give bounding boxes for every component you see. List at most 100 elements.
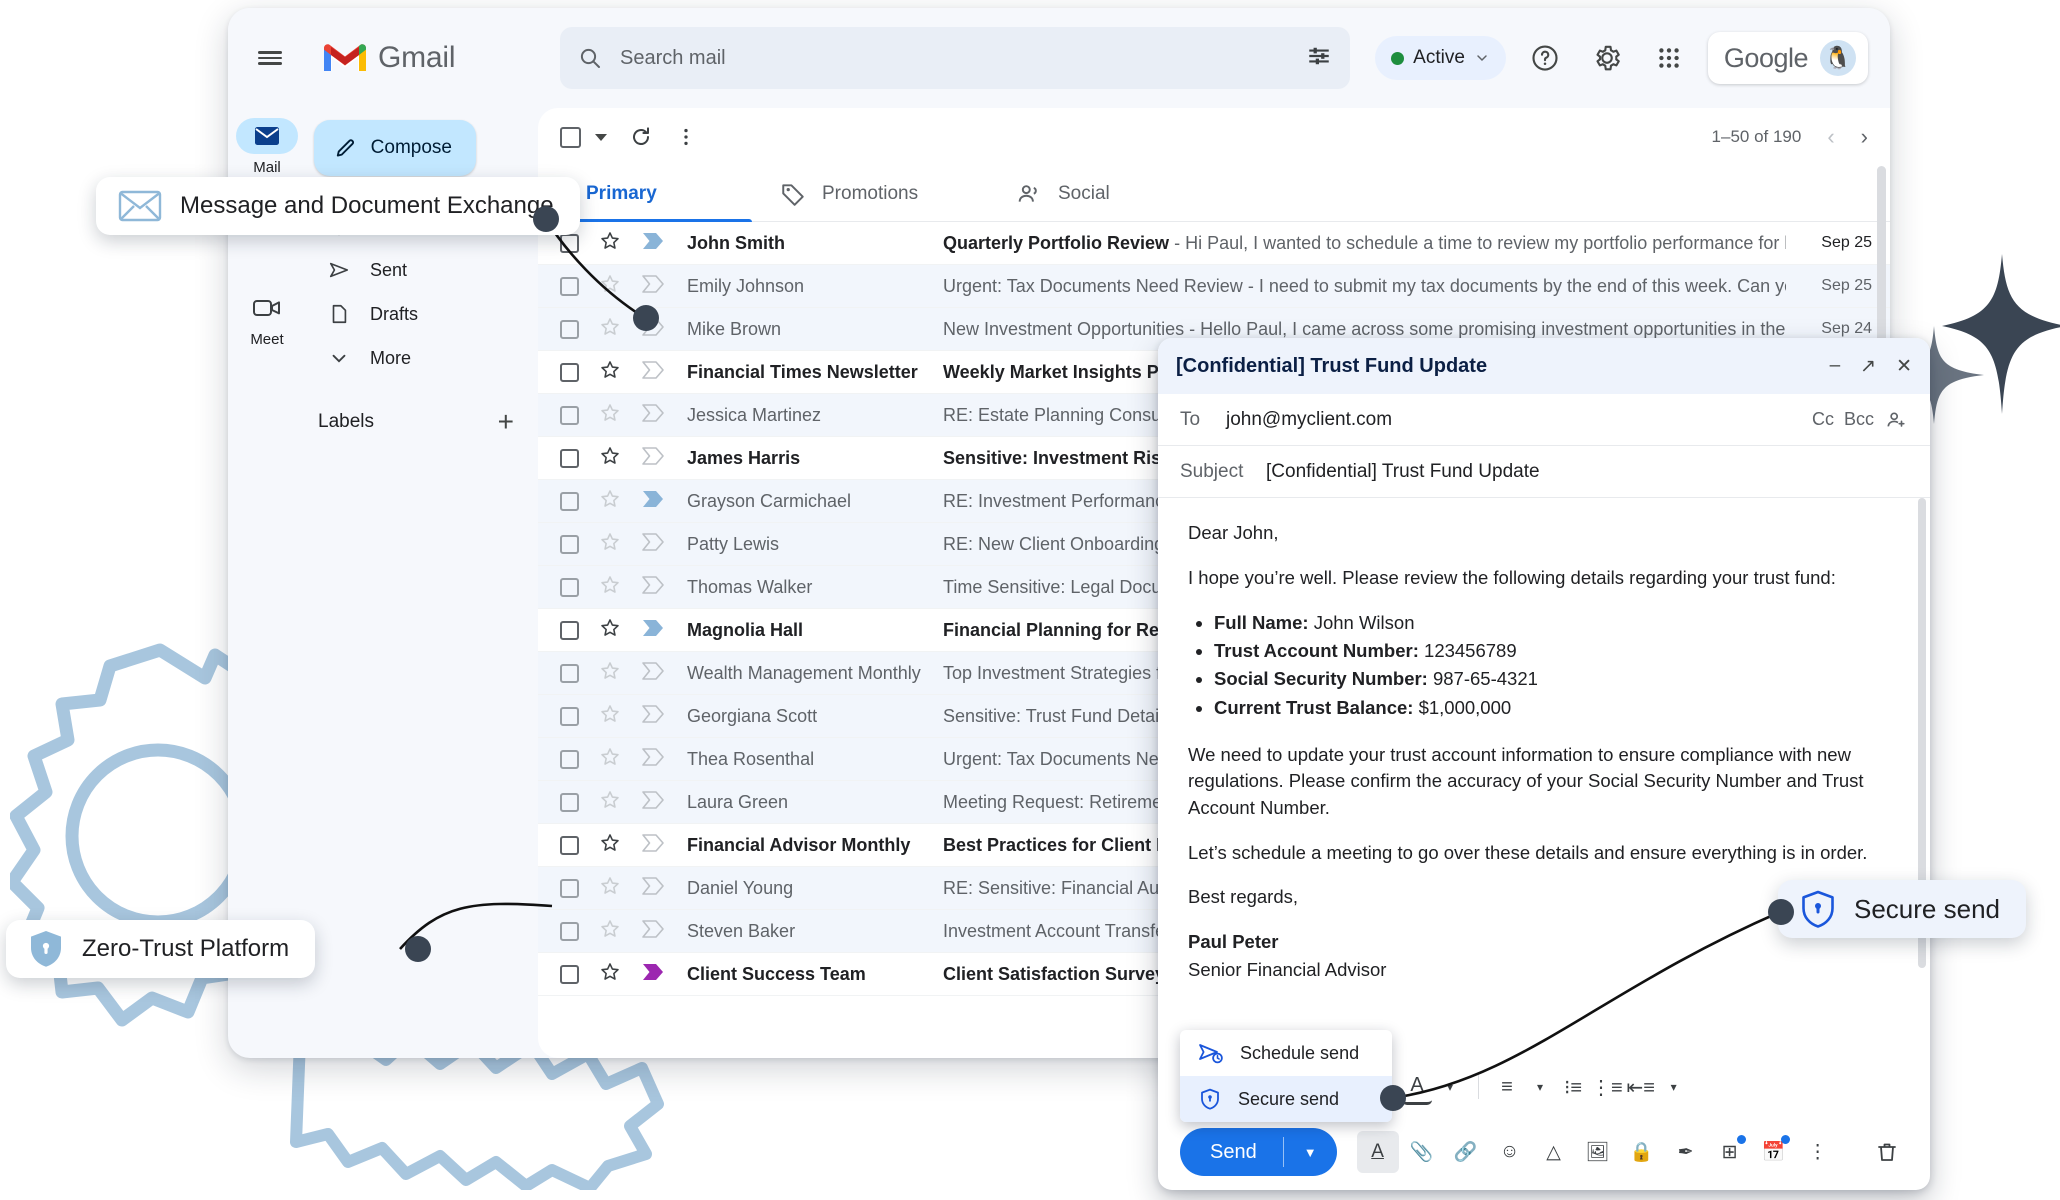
compose-subject-field[interactable]: Subject [Confidential] Trust Fund Update — [1158, 446, 1930, 498]
numbered-list-icon[interactable]: ⁝≡ — [1558, 1069, 1588, 1105]
important-marker-icon[interactable] — [641, 618, 665, 638]
star-icon[interactable] — [599, 230, 621, 252]
important-marker-wrap[interactable] — [641, 962, 665, 987]
star-icon-wrap[interactable] — [599, 488, 621, 515]
sidebar-item-drafts[interactable]: Drafts — [306, 292, 538, 336]
star-icon-wrap[interactable] — [599, 230, 621, 257]
star-icon[interactable] — [599, 703, 621, 725]
star-icon-wrap[interactable] — [599, 574, 621, 601]
more-format-caret-icon[interactable]: ▾ — [1659, 1069, 1689, 1105]
help-icon[interactable] — [1522, 35, 1568, 81]
important-marker-icon[interactable] — [641, 790, 665, 810]
row-checkbox[interactable] — [560, 405, 579, 425]
close-icon[interactable]: ✕ — [1896, 355, 1912, 378]
row-checkbox[interactable] — [560, 233, 579, 253]
important-marker-wrap[interactable] — [641, 446, 665, 471]
row-checkbox[interactable] — [560, 792, 579, 812]
row-checkbox[interactable] — [560, 921, 579, 941]
avatar[interactable]: 🐧 — [1820, 40, 1856, 76]
select-all-checkbox[interactable] — [560, 126, 581, 148]
google-account-chip[interactable]: Google 🐧 — [1707, 32, 1868, 84]
important-marker-icon[interactable] — [641, 661, 665, 681]
expand-icon[interactable]: ↗ — [1860, 355, 1876, 378]
more-options-icon[interactable]: ⋮ — [1797, 1131, 1839, 1173]
row-checkbox[interactable] — [560, 491, 579, 511]
row-checkbox[interactable] — [560, 749, 579, 769]
text-color-icon[interactable]: A — [1402, 1069, 1432, 1105]
row-checkbox[interactable] — [560, 276, 579, 296]
important-marker-wrap[interactable] — [641, 790, 665, 815]
minimize-icon[interactable]: – — [1830, 355, 1841, 377]
important-marker-wrap[interactable] — [641, 876, 665, 901]
tab-social[interactable]: Social — [1010, 166, 1246, 221]
star-icon[interactable] — [599, 918, 621, 940]
star-icon-wrap[interactable] — [599, 445, 621, 472]
insert-table-icon[interactable]: ⊞ — [1709, 1131, 1751, 1173]
important-marker-wrap[interactable] — [641, 532, 665, 557]
important-marker-icon[interactable] — [641, 833, 665, 853]
row-checkbox[interactable] — [560, 878, 579, 898]
align-caret-icon[interactable]: ▾ — [1525, 1069, 1555, 1105]
star-icon[interactable] — [599, 402, 621, 424]
important-marker-wrap[interactable] — [641, 747, 665, 772]
star-icon-wrap[interactable] — [599, 359, 621, 386]
important-marker-icon[interactable] — [641, 489, 665, 509]
important-marker-wrap[interactable] — [641, 704, 665, 729]
important-marker-icon[interactable] — [641, 876, 665, 896]
star-icon-wrap[interactable] — [599, 402, 621, 429]
trash-icon[interactable] — [1866, 1131, 1908, 1173]
send-button[interactable]: Send ▼ — [1180, 1128, 1337, 1176]
menu-item-schedule-send[interactable]: Schedule send — [1180, 1030, 1392, 1076]
star-icon[interactable] — [599, 789, 621, 811]
important-marker-wrap[interactable] — [641, 231, 665, 256]
star-icon[interactable] — [599, 445, 621, 467]
star-icon-wrap[interactable] — [599, 617, 621, 644]
attach-file-icon[interactable]: 📎 — [1401, 1131, 1443, 1173]
cc-button[interactable]: Cc — [1812, 409, 1834, 430]
star-icon-wrap[interactable] — [599, 316, 621, 343]
rail-item-meet[interactable]: Meet — [232, 290, 302, 348]
hamburger-icon[interactable] — [246, 34, 294, 82]
row-checkbox[interactable] — [560, 706, 579, 726]
important-marker-icon[interactable] — [641, 962, 665, 982]
sidebar-item-sent[interactable]: Sent — [306, 248, 538, 292]
star-icon[interactable] — [599, 316, 621, 338]
star-icon-wrap[interactable] — [599, 703, 621, 730]
important-marker-wrap[interactable] — [641, 618, 665, 643]
star-icon[interactable] — [599, 617, 621, 639]
align-icon[interactable]: ≡ — [1492, 1069, 1522, 1105]
star-icon[interactable] — [599, 875, 621, 897]
insert-photo-icon[interactable]: 🖼 — [1577, 1131, 1619, 1173]
star-icon-wrap[interactable] — [599, 961, 621, 988]
schedule-meeting-icon[interactable]: 📅 — [1753, 1131, 1795, 1173]
important-marker-icon[interactable] — [641, 532, 665, 552]
search-input[interactable]: Search mail — [560, 27, 1350, 89]
chevron-left-icon[interactable]: ‹ — [1827, 124, 1834, 150]
chevron-right-icon[interactable]: › — [1861, 124, 1868, 150]
more-vertical-icon[interactable] — [675, 126, 697, 148]
important-marker-icon[interactable] — [641, 575, 665, 595]
important-marker-wrap[interactable] — [641, 403, 665, 428]
important-marker-wrap[interactable] — [641, 489, 665, 514]
important-marker-icon[interactable] — [641, 747, 665, 767]
important-marker-wrap[interactable] — [641, 919, 665, 944]
important-marker-icon[interactable] — [641, 919, 665, 939]
email-row[interactable]: John Smith Quarterly Portfolio Review - H… — [538, 222, 1890, 265]
row-checkbox[interactable] — [560, 319, 579, 339]
insert-drive-icon[interactable]: △ — [1533, 1131, 1575, 1173]
important-marker-wrap[interactable] — [641, 575, 665, 600]
star-icon[interactable] — [599, 746, 621, 768]
formatting-options-icon[interactable]: A — [1356, 1131, 1399, 1173]
important-marker-icon[interactable] — [641, 231, 665, 251]
compose-button[interactable]: Compose — [314, 120, 476, 176]
callout-secure-send[interactable]: Secure send — [1778, 880, 2026, 938]
star-icon[interactable] — [599, 660, 621, 682]
apps-grid-icon[interactable] — [1646, 35, 1692, 81]
row-checkbox[interactable] — [560, 620, 579, 640]
important-marker-icon[interactable] — [641, 360, 665, 380]
important-marker-icon[interactable] — [641, 274, 665, 294]
row-checkbox[interactable] — [560, 577, 579, 597]
important-marker-icon[interactable] — [641, 403, 665, 423]
star-icon[interactable] — [599, 574, 621, 596]
star-icon[interactable] — [599, 961, 621, 983]
